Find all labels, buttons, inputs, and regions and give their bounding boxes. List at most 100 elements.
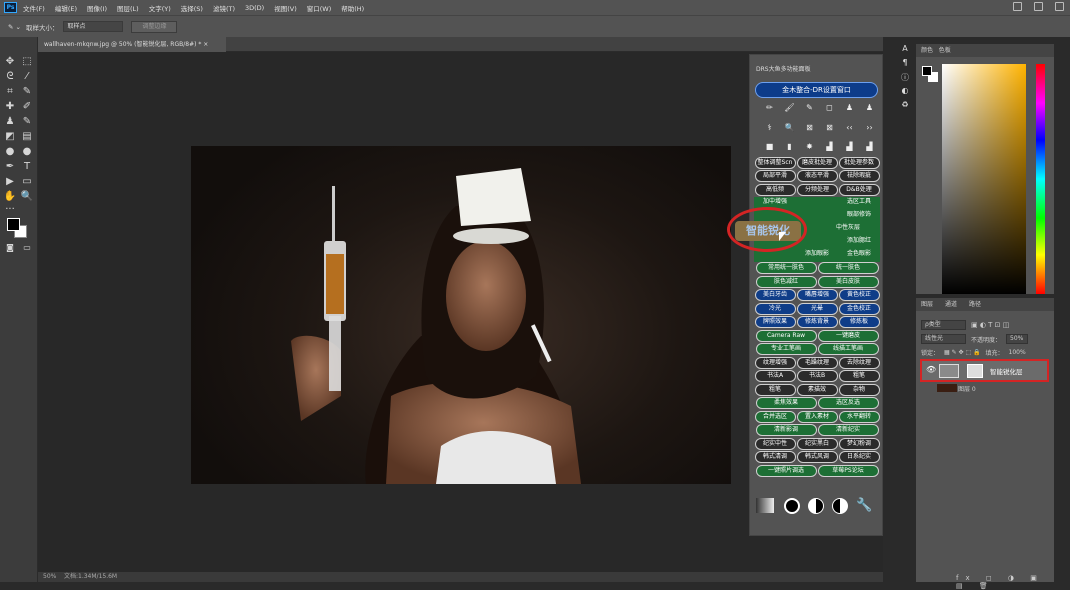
adjust-icon[interactable]: ◐ <box>895 86 915 100</box>
menu-filter[interactable]: 滤镜(T) <box>213 3 235 13</box>
drs-action-button[interactable]: 清新影调 <box>756 424 817 436</box>
pen-tool-icon[interactable]: ✒ <box>2 160 18 174</box>
half-circle-icon[interactable] <box>808 498 824 514</box>
drs-tool-icon-14[interactable]: ▮ <box>784 141 795 152</box>
drs-action-button[interactable]: 分频处理 <box>797 184 838 196</box>
drs-action-button[interactable]: 书法B <box>797 370 838 382</box>
close-icon[interactable]: × <box>203 41 208 48</box>
fill-value[interactable]: 100% <box>1009 349 1026 356</box>
drs-action-button[interactable]: 牌照效果 <box>755 316 796 328</box>
document-tab[interactable]: wallhaven-mkqnw.jpg @ 50% (智能锐化层, RGB/8#… <box>38 37 226 52</box>
drs-action-button[interactable]: 选区工具 <box>839 197 880 209</box>
drs-action-button[interactable]: 金色眼影 <box>839 249 880 261</box>
drs-settings-button[interactable]: 金木整合-DR设置窗口 <box>755 82 878 98</box>
drs-action-button[interactable]: 杂物 <box>839 384 880 396</box>
drs-tool-icon-8[interactable]: 🔍 <box>784 122 795 133</box>
drs-action-button[interactable]: 去除纹理 <box>839 357 880 369</box>
drs-action-button[interactable]: 合并选区 <box>755 411 796 423</box>
drs-tool-icon-18[interactable]: ▟ <box>864 141 875 152</box>
path-select-icon[interactable]: ▶ <box>2 175 18 189</box>
drs-action-button[interactable]: 眼部修饰 <box>839 210 880 222</box>
drs-action-button[interactable]: 粗笔 <box>839 370 880 382</box>
menu-edit[interactable]: 编辑(E) <box>55 3 77 13</box>
filter-icons[interactable]: ▣ ◐ T ⊡ ◫ <box>971 321 1009 329</box>
drs-action-button[interactable] <box>797 236 838 248</box>
drs-tool-icon-15[interactable]: ✸ <box>804 141 815 152</box>
drs-action-button[interactable]: 毛躁纹理 <box>797 357 838 369</box>
refine-edge-button[interactable]: 调整边缘 <box>131 21 177 33</box>
document-image[interactable] <box>191 146 731 484</box>
drs-tool-icon-12[interactable]: ›› <box>864 122 875 133</box>
marquee-tool-icon[interactable]: ⬚ <box>19 55 35 69</box>
drs-tool-icon-6[interactable]: ♟ <box>864 102 875 113</box>
foreground-color-swatch[interactable] <box>7 218 20 231</box>
drs-tool-icon-4[interactable]: ◻ <box>824 102 835 113</box>
layer-footer-icons[interactable]: fx ◻ ◑ ▣ ▤ 🗑 <box>956 574 1054 590</box>
gradient-tool-icon[interactable]: ▤ <box>19 130 35 144</box>
drs-action-button[interactable] <box>797 197 838 209</box>
drs-action-button[interactable]: 纪实黑白 <box>797 438 838 450</box>
drs-action-button[interactable]: 韩式风调 <box>797 451 838 463</box>
eyedropper-tool-icon[interactable]: ✎ <box>19 85 35 99</box>
drs-action-button[interactable]: 水平翻转 <box>839 411 880 423</box>
menu-file[interactable]: 文件(F) <box>23 3 45 13</box>
drs-action-button[interactable]: 添加腮红 <box>839 236 880 248</box>
drs-tool-icon-7[interactable]: ⚕ <box>764 122 775 133</box>
drs-tool-icon-13[interactable]: ■ <box>764 141 775 152</box>
drs-action-button[interactable]: 磨皮批处理 <box>797 157 838 169</box>
drs-action-button[interactable]: 置入素材 <box>797 411 838 423</box>
drs-action-button[interactable]: 嘴唇增强 <box>797 289 838 301</box>
drs-action-button[interactable]: 中性灰层 <box>818 223 879 235</box>
navigator-icon[interactable]: ♻ <box>895 100 915 114</box>
search-icon[interactable] <box>1013 2 1022 11</box>
smart-sharpen-button[interactable]: 智能锐化 <box>735 221 801 241</box>
menu-select[interactable]: 选择(S) <box>181 3 203 13</box>
magic-wand-icon[interactable]: ⁄ <box>19 70 35 84</box>
healing-brush-icon[interactable]: ✚ <box>2 100 18 114</box>
drs-action-button[interactable]: 柔焦效果 <box>756 397 817 409</box>
tab-channels[interactable]: 通道 <box>945 298 957 311</box>
drs-action-button[interactable]: 高低频 <box>755 184 796 196</box>
circle-solid-icon[interactable] <box>784 498 800 514</box>
tab-color[interactable]: 颜色 <box>921 47 933 54</box>
menu-type[interactable]: 文字(Y) <box>149 3 171 13</box>
menu-3d[interactable]: 3D(D) <box>245 4 264 12</box>
crop-tool-icon[interactable]: ⌗ <box>2 85 18 99</box>
drs-action-button[interactable]: 祛除瑕疵 <box>839 170 880 182</box>
menu-view[interactable]: 视图(V) <box>274 3 297 13</box>
zoom-level[interactable]: 50% <box>43 573 56 580</box>
character-icon[interactable]: A <box>895 44 915 58</box>
drs-action-button[interactable] <box>797 210 838 222</box>
shape-tool-icon[interactable]: ▭ <box>19 175 35 189</box>
zoom-tool-icon[interactable]: 🔍 <box>19 190 35 204</box>
clone-stamp-icon[interactable]: ♟ <box>2 115 18 129</box>
dodge-tool-icon[interactable]: ● <box>19 145 35 159</box>
drs-tool-icon-2[interactable]: 🖌 <box>784 102 795 113</box>
history-brush-icon[interactable]: ✎ <box>19 115 35 129</box>
layer-row[interactable]: 图层 0 <box>922 384 1047 392</box>
drs-action-button[interactable]: 一键磨皮 <box>818 330 879 342</box>
blur-tool-icon[interactable]: ● <box>2 145 18 159</box>
drs-action-button[interactable]: 梦幻粉调 <box>839 438 880 450</box>
drs-action-button[interactable]: 黄色校正 <box>839 289 880 301</box>
drs-action-button[interactable]: 局部平滑 <box>755 170 796 182</box>
drs-action-button[interactable]: 纪实中性 <box>755 438 796 450</box>
tab-swatches[interactable]: 色板 <box>939 47 951 54</box>
drs-action-button[interactable]: 修炼背景 <box>797 316 838 328</box>
lock-icons[interactable]: ▦ ✎ ✥ ⬚ 🔒 <box>944 349 981 356</box>
layer-row-selected[interactable]: 👁 智能锐化层 <box>920 359 1049 382</box>
eyedropper-icon[interactable]: ✎ ⌄ <box>8 23 21 31</box>
drs-action-button[interactable]: 日系纪实 <box>839 451 880 463</box>
menu-help[interactable]: 帮助(H) <box>341 3 364 13</box>
drs-tool-icon-16[interactable]: ▟ <box>824 141 835 152</box>
hue-slider[interactable] <box>1036 64 1045 294</box>
drs-action-button[interactable]: 光晕 <box>797 303 838 315</box>
drs-tool-icon-9[interactable]: ⊠ <box>804 122 815 133</box>
gradient-swatch-icon[interactable] <box>756 498 774 513</box>
eye-icon[interactable]: 👁 <box>926 365 936 374</box>
drs-tool-icon-11[interactable]: ‹‹ <box>844 122 855 133</box>
tools-icon[interactable]: 🔧 <box>856 498 872 514</box>
drs-action-button[interactable]: 统一肤色 <box>818 262 879 274</box>
drs-action-button[interactable]: 冷光 <box>755 303 796 315</box>
drs-action-button[interactable]: 书法A <box>755 370 796 382</box>
